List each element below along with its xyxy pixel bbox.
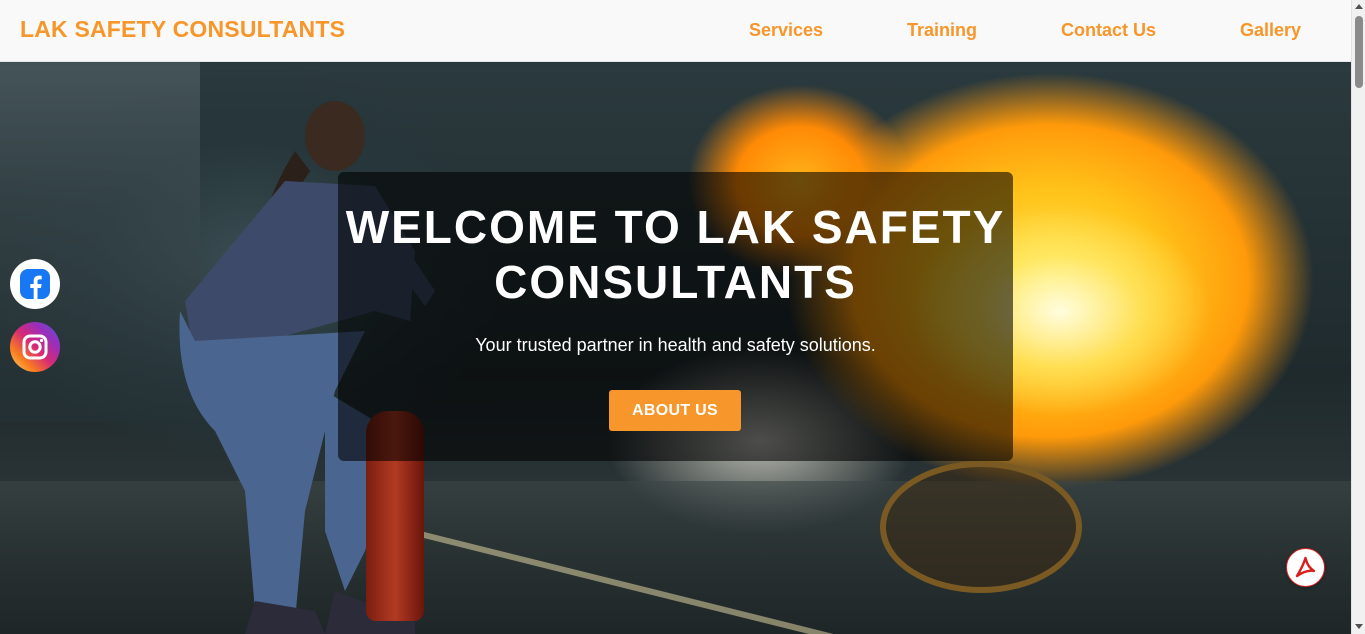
pdf-download-button[interactable] [1286,548,1325,587]
nav-training[interactable]: Training [907,20,977,41]
nav-gallery[interactable]: Gallery [1240,20,1301,41]
nav-contact-us[interactable]: Contact Us [1061,20,1156,41]
facebook-link[interactable] [10,259,60,309]
nav-services[interactable]: Services [749,20,823,41]
about-us-button[interactable]: ABOUT US [609,390,741,431]
page-scrollbar[interactable] [1351,0,1365,634]
hero-title: WELCOME TO LAK SAFETY CONSULTANTS [345,201,1006,308]
burning-drum [880,461,1082,593]
instagram-icon [22,334,48,360]
brand-logo-text[interactable]: LAK SAFETY CONSULTANTS [20,16,345,43]
top-navbar: LAK SAFETY CONSULTANTS Services Training… [0,0,1351,62]
instagram-link[interactable] [10,322,60,372]
scrollbar-thumb[interactable] [1355,16,1363,88]
pdf-icon [1295,556,1316,578]
scroll-up-arrow-icon[interactable] [1355,4,1363,9]
facebook-icon [20,269,50,299]
scroll-down-arrow-icon[interactable] [1355,624,1363,629]
hero-tagline: Your trusted partner in health and safet… [475,335,876,355]
